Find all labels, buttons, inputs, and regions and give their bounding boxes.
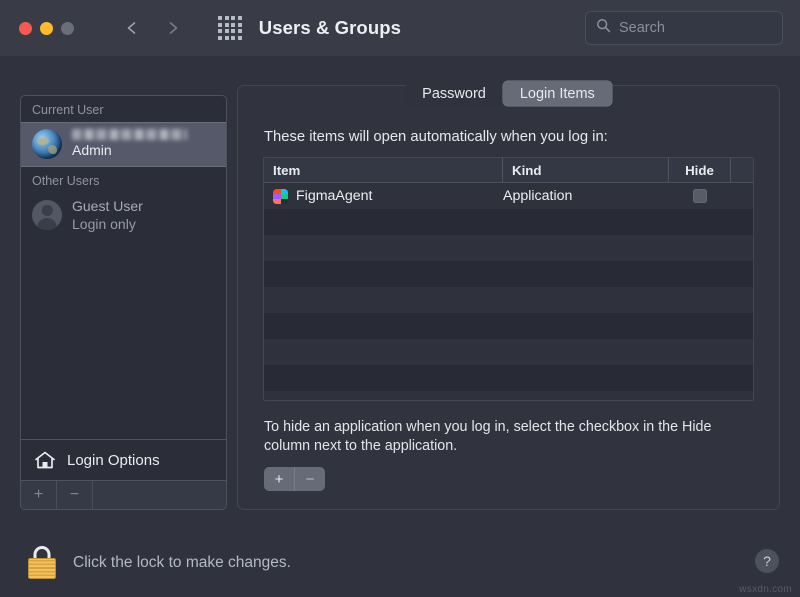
current-user-role: Admin <box>72 142 187 158</box>
lock-label: Click the lock to make changes. <box>73 554 291 572</box>
cell-hide <box>669 183 731 209</box>
table-body: FigmaAgent Application <box>264 183 753 401</box>
table-row-empty[interactable] <box>264 235 753 261</box>
traffic-light-group <box>19 22 74 35</box>
sidebar-group-header-current-user: Current User <box>21 96 226 122</box>
watermark: wsxdn.com <box>739 584 792 595</box>
current-user-text: Admin <box>72 129 187 158</box>
globe-avatar-icon <box>32 129 62 159</box>
users-sidebar: Current User Admin Other Users Guest Use… <box>20 95 227 510</box>
cell-spacer <box>731 183 753 209</box>
panel-intro-text: These items will open automatically when… <box>264 129 608 145</box>
add-login-item-button[interactable]: + <box>264 467 294 491</box>
column-header-kind[interactable]: Kind <box>503 158 669 182</box>
lock-closed-icon[interactable] <box>28 546 56 579</box>
guest-user-text: Guest User Login only <box>72 198 143 232</box>
column-header-item[interactable]: Item <box>264 158 503 182</box>
login-items-panel: These items will open automatically when… <box>237 85 780 510</box>
add-user-button[interactable]: + <box>21 481 57 509</box>
navigation-arrows <box>125 21 180 35</box>
back-chevron-icon[interactable] <box>125 21 139 35</box>
house-icon <box>34 450 56 470</box>
item-kind: Application <box>503 188 572 204</box>
column-header-hide[interactable]: Hide <box>669 158 731 182</box>
guest-user-role: Login only <box>72 216 143 232</box>
person-avatar-icon <box>32 200 62 230</box>
panel-note-text: To hide an application when you log in, … <box>264 418 744 456</box>
login-items-table: Item Kind Hide FigmaAgent <box>263 157 754 401</box>
users-and-groups-window: Users & Groups Current User Admin Other … <box>0 0 800 597</box>
table-row-empty[interactable] <box>264 365 753 391</box>
sidebar-item-login-options[interactable]: Login Options <box>21 439 226 481</box>
search-input[interactable] <box>619 20 769 36</box>
column-header-spacer <box>731 158 753 182</box>
item-name: FigmaAgent <box>296 188 373 204</box>
cell-item: FigmaAgent <box>264 183 503 209</box>
remove-user-button[interactable]: − <box>57 481 93 509</box>
panel-tab-bar: Password Login Items <box>237 81 780 106</box>
help-button[interactable]: ? <box>755 549 779 573</box>
table-row[interactable]: FigmaAgent Application <box>264 183 753 209</box>
search-field[interactable] <box>585 11 783 45</box>
hide-checkbox[interactable] <box>693 189 707 203</box>
remove-login-item-button[interactable]: − <box>294 467 325 491</box>
table-row-empty[interactable] <box>264 261 753 287</box>
table-row-empty[interactable] <box>264 287 753 313</box>
search-icon <box>596 18 611 38</box>
table-row-empty[interactable] <box>264 313 753 339</box>
tab-password[interactable]: Password <box>405 81 503 106</box>
table-header-row: Item Kind Hide <box>264 158 753 183</box>
sidebar-footer-toolbar: + − <box>21 481 226 509</box>
cell-kind: Application <box>503 183 669 209</box>
current-user-name-redacted <box>72 129 187 140</box>
window-titlebar: Users & Groups <box>0 0 800 56</box>
login-item-toolbar: + − <box>264 467 325 491</box>
table-row-empty[interactable] <box>264 339 753 365</box>
sidebar-item-guest-user[interactable]: Guest User Login only <box>21 193 226 238</box>
minimize-button[interactable] <box>40 22 53 35</box>
guest-user-name: Guest User <box>72 198 143 214</box>
zoom-button[interactable] <box>61 22 74 35</box>
sidebar-footer-filler <box>93 481 226 509</box>
login-options-label: Login Options <box>67 452 160 469</box>
page-title: Users & Groups <box>259 17 401 39</box>
sidebar-group-header-other-users: Other Users <box>21 167 226 193</box>
forward-chevron-icon[interactable] <box>166 21 180 35</box>
table-row-empty[interactable] <box>264 391 753 401</box>
tab-login-items[interactable]: Login Items <box>503 81 612 106</box>
show-all-preferences-icon[interactable] <box>218 16 242 40</box>
sidebar-item-current-user[interactable]: Admin <box>21 122 226 167</box>
table-row-empty[interactable] <box>264 209 753 235</box>
close-button[interactable] <box>19 22 32 35</box>
figma-icon <box>273 189 288 204</box>
lock-control[interactable]: Click the lock to make changes. <box>28 546 291 579</box>
